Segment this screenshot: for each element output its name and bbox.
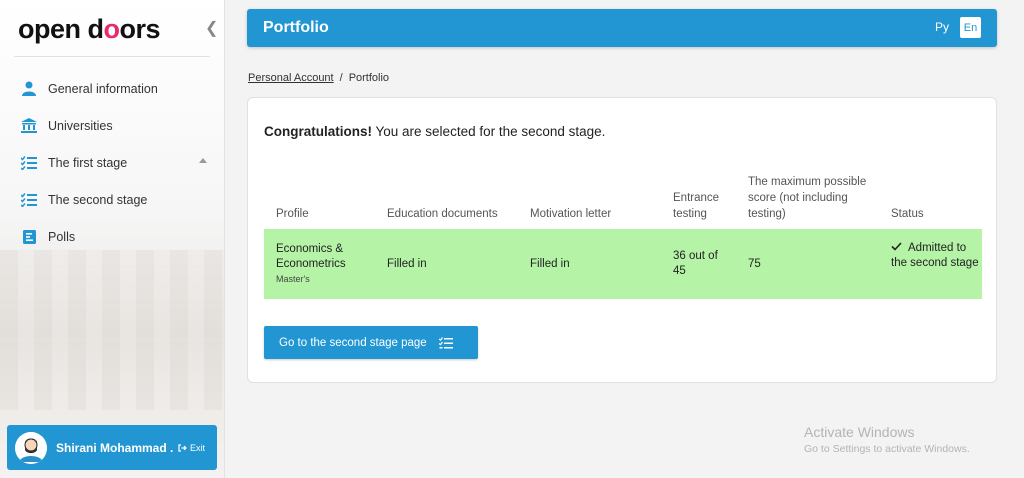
sidebar-item-first-stage[interactable]: The first stage <box>0 144 225 181</box>
divider <box>14 56 210 57</box>
portfolio-card: Congratulations! You are selected for th… <box>247 97 997 383</box>
checklist-icon <box>20 154 38 172</box>
profile-name: Economics & Econometrics <box>276 243 346 270</box>
activate-windows-watermark: Activate Windows Go to Settings to activ… <box>804 424 970 455</box>
user-profile-card[interactable]: Shirani Mohammad ... Exit <box>7 425 217 470</box>
sidebar-item-second-stage[interactable]: The second stage <box>0 181 225 218</box>
person-icon <box>20 80 38 98</box>
sidebar-item-label: Polls <box>48 229 76 244</box>
exit-icon <box>178 443 187 452</box>
watermark-line1: Activate Windows <box>804 424 915 440</box>
sidebar: open doors ❮ General information Univers… <box>0 0 225 478</box>
column-header-entrance-testing: Entrance testing <box>673 192 720 220</box>
bank-icon <box>20 117 38 135</box>
column-header-status: Status <box>891 208 924 220</box>
breadcrumb: Personal Account / Portfolio <box>248 72 389 84</box>
header-bar: Portfolio Ру En <box>247 9 997 47</box>
breadcrumb-personal-account-link[interactable]: Personal Account <box>248 72 334 84</box>
column-header-max-score: The maximum possible score (not includin… <box>748 176 867 220</box>
checklist-icon <box>20 191 38 209</box>
congratulations-bold: Congratulations! <box>264 124 372 139</box>
language-ru-button[interactable]: Ру <box>935 20 949 34</box>
avatar <box>15 431 47 464</box>
collapse-sidebar-icon[interactable]: ❮ <box>205 18 218 38</box>
sidebar-item-label: Universities <box>48 118 113 133</box>
language-en-button[interactable]: En <box>960 17 981 38</box>
sidebar-item-label: General information <box>48 81 158 96</box>
table-header: Profile Education documents Motivation l… <box>264 164 982 222</box>
cell-max-score: 75 <box>748 258 761 270</box>
exit-button[interactable]: Exit <box>178 443 205 453</box>
sidebar-item-universities[interactable]: Universities <box>0 107 225 144</box>
sidebar-item-polls[interactable]: Polls <box>0 218 225 255</box>
sidebar-item-general-information[interactable]: General information <box>0 70 225 107</box>
column-header-motivation-letter: Motivation letter <box>530 208 612 220</box>
sidebar-item-label: The first stage <box>48 155 128 170</box>
column-header-education-documents: Education documents <box>387 208 498 220</box>
expand-caret-icon[interactable] <box>199 158 207 163</box>
cell-education-documents: Filled in <box>387 258 427 270</box>
page-title: Portfolio <box>263 19 329 36</box>
column-header-profile: Profile <box>276 208 309 220</box>
table-row: Economics & Econometrics Master's Filled… <box>264 229 982 299</box>
go-to-second-stage-button[interactable]: Go to the second stage page <box>264 326 478 359</box>
sidebar-background-image <box>0 250 225 410</box>
exit-label: Exit <box>190 442 206 453</box>
cell-entrance-testing: 36 out of 45 <box>673 250 718 277</box>
user-name: Shirani Mohammad ... <box>56 440 174 455</box>
breadcrumb-current: Portfolio <box>348 72 390 84</box>
congratulations-text: You are selected for the second stage. <box>372 124 606 139</box>
breadcrumb-separator: / <box>339 72 343 84</box>
cell-motivation-letter: Filled in <box>530 258 570 270</box>
button-label: Go to the second stage page <box>279 336 427 349</box>
congratulations-message: Congratulations! You are selected for th… <box>264 124 605 139</box>
poll-icon <box>20 228 38 246</box>
cell-status: Admitted to the second stage <box>891 241 981 271</box>
cell-profile: Economics & Econometrics Master's <box>276 242 376 287</box>
status-text: Admitted to the second stage <box>891 242 979 269</box>
profile-degree: Master's <box>276 274 310 284</box>
logo: open doors <box>18 14 161 44</box>
watermark-line2: Go to Settings to activate Windows. <box>804 443 970 455</box>
checkmark-icon <box>891 242 902 251</box>
sidebar-nav: General information Universities The fir… <box>0 70 225 255</box>
sidebar-item-label: The second stage <box>48 192 148 207</box>
checklist-icon <box>438 336 453 348</box>
